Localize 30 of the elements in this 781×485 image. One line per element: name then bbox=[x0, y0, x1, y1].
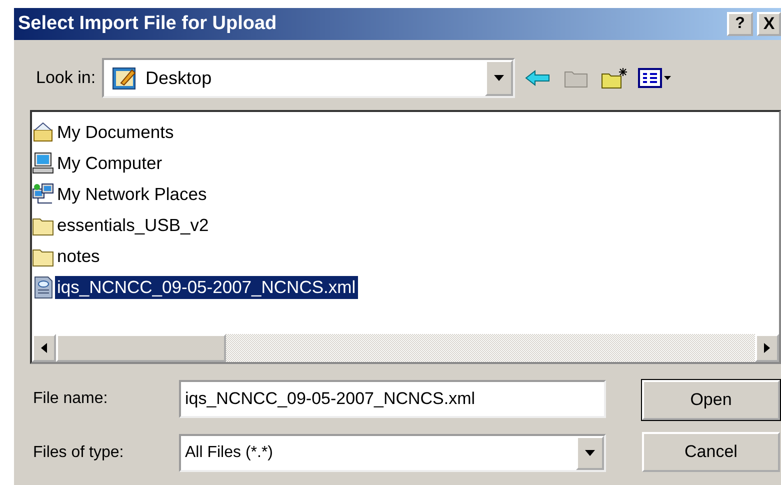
file-item[interactable]: essentials_USB_v2 bbox=[55, 214, 211, 237]
view-menu-icon[interactable] bbox=[636, 66, 673, 90]
scroll-thumb[interactable] bbox=[56, 334, 226, 362]
file-name-field[interactable]: iqs_NCNCC_09-05-2007_NCNCS.xml bbox=[179, 380, 606, 418]
file-item[interactable]: iqs_NCNCC_09-05-2007_NCNCS.xml bbox=[55, 276, 358, 299]
file-item[interactable]: My Network Places bbox=[55, 183, 209, 206]
xml-file-icon bbox=[32, 276, 55, 299]
close-button[interactable]: X bbox=[757, 12, 781, 36]
horizontal-scrollbar[interactable] bbox=[32, 334, 779, 362]
scroll-right-button[interactable] bbox=[755, 334, 779, 362]
file-item[interactable]: My Documents bbox=[55, 121, 176, 144]
file-type-dropdown[interactable]: All Files (*.*) bbox=[179, 434, 606, 472]
documents-folder-icon bbox=[32, 121, 55, 144]
left-arrow-icon bbox=[41, 343, 47, 353]
window-title: Select Import File for Upload bbox=[18, 13, 278, 35]
new-folder-icon[interactable] bbox=[598, 66, 629, 90]
file-item[interactable]: notes bbox=[55, 245, 102, 268]
right-arrow-icon bbox=[764, 343, 770, 353]
look-in-dropdown[interactable]: Desktop bbox=[102, 58, 515, 98]
scroll-left-button[interactable] bbox=[32, 334, 56, 362]
desktop-icon bbox=[112, 65, 138, 91]
file-item[interactable]: My Computer bbox=[55, 152, 164, 175]
look-in-label: Look in: bbox=[36, 68, 96, 88]
help-button[interactable]: ? bbox=[727, 12, 753, 36]
network-computers-icon bbox=[32, 183, 55, 206]
cancel-button[interactable]: Cancel bbox=[642, 432, 780, 472]
computer-icon bbox=[32, 152, 55, 175]
file-name-label: File name: bbox=[33, 390, 109, 408]
open-button[interactable]: Open bbox=[642, 380, 780, 420]
file-type-label: Files of type: bbox=[33, 444, 125, 462]
